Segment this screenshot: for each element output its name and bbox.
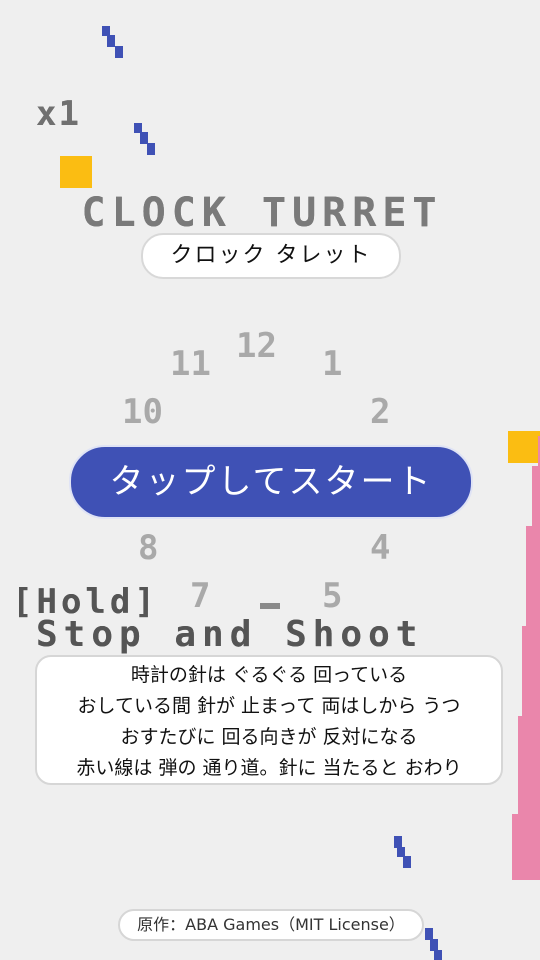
pink-bar bbox=[512, 436, 540, 880]
stop-and-shoot-label: Stop and Shoot bbox=[36, 614, 424, 655]
clock-hand bbox=[260, 603, 280, 609]
clock-number-11: 11 bbox=[170, 344, 211, 384]
instruction-line: 時計の針は ぐるぐる 回っている bbox=[130, 664, 408, 686]
clock-number-10: 10 bbox=[122, 392, 163, 432]
instruction-line: おしている間 針が 止まって 両はしから うつ bbox=[77, 695, 461, 717]
bullet-icon bbox=[425, 928, 442, 960]
clock-number-12: 12 bbox=[236, 326, 277, 366]
clock-number-5: 5 bbox=[322, 576, 343, 616]
clock-number-7: 7 bbox=[190, 576, 211, 616]
bullet-icon bbox=[102, 26, 123, 58]
clock-number-4: 4 bbox=[370, 528, 391, 568]
title-japanese: クロック タレット bbox=[141, 233, 401, 279]
clock-number-1: 1 bbox=[322, 344, 343, 384]
start-button[interactable]: タップしてスタート bbox=[69, 445, 473, 519]
bullet-icon bbox=[394, 836, 411, 868]
credit-label: 原作：ABA Games（MIT License） bbox=[118, 909, 424, 941]
title-english: CLOCK TURRET bbox=[81, 190, 443, 236]
instruction-line: おすたびに 回る向きが 反対になる bbox=[120, 726, 418, 748]
multiplier-label: x1 bbox=[36, 94, 81, 134]
clock-number-8: 8 bbox=[138, 528, 159, 568]
instruction-line: 赤い線は 弾の 通り道。針に 当たると おわり bbox=[76, 757, 462, 779]
clock-number-2: 2 bbox=[370, 392, 391, 432]
instructions-panel: 時計の針は ぐるぐる 回っている おしている間 針が 止まって 両はしから うつ… bbox=[35, 655, 503, 785]
bullet-icon bbox=[134, 123, 155, 155]
coin-icon bbox=[60, 156, 92, 188]
